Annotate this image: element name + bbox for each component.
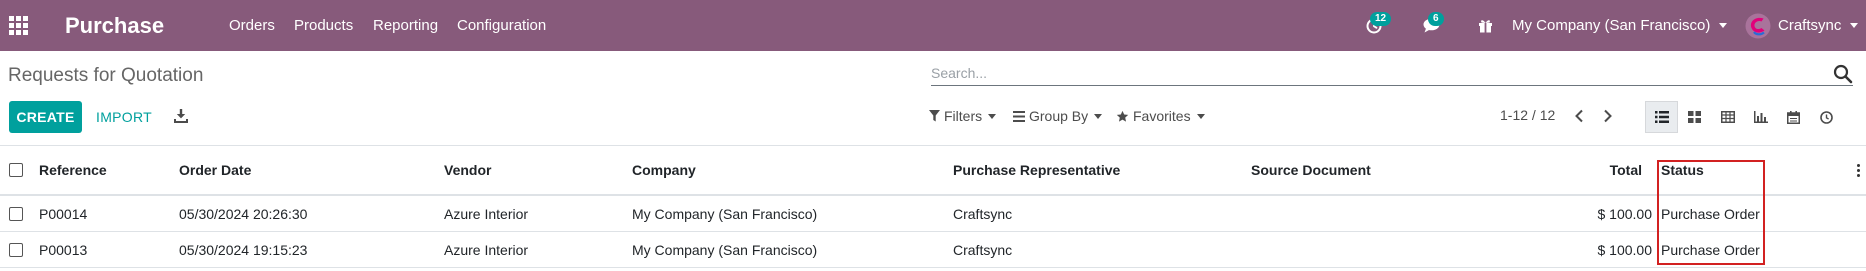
chevron-down-icon [1094, 113, 1103, 119]
column-order-date[interactable]: Order Date [179, 146, 251, 194]
column-reference[interactable]: Reference [39, 146, 107, 194]
star-icon [1116, 110, 1129, 122]
chevron-down-icon [1719, 23, 1728, 28]
optional-columns-toggle[interactable] [1855, 146, 1861, 194]
kebab-menu-icon [1855, 163, 1861, 177]
cell-purchase-representative: Craftsync [953, 205, 1013, 222]
view-pivot-button[interactable] [1711, 101, 1744, 133]
pager-next-button[interactable] [1597, 104, 1619, 128]
table-row[interactable]: P00013 05/30/2024 19:15:23 Azure Interio… [0, 232, 1866, 268]
apps-menu-icon[interactable] [9, 0, 28, 51]
user-name: Craftsync [1778, 17, 1842, 34]
filters-dropdown[interactable]: Filters [929, 106, 997, 126]
select-all-checkbox[interactable] [9, 146, 23, 194]
pager-previous-button[interactable] [1568, 104, 1590, 128]
table-icon [1720, 111, 1735, 123]
view-list-button[interactable] [1645, 101, 1678, 133]
column-total[interactable]: Total [1560, 146, 1642, 194]
activity-badge: 12 [1370, 12, 1392, 26]
favorites-dropdown[interactable]: Favorites [1116, 106, 1205, 126]
app-name[interactable]: Purchase [65, 0, 164, 51]
chevron-down-icon [1850, 23, 1859, 28]
menu-orders[interactable]: Orders [229, 0, 275, 51]
cell-company: My Company (San Francisco) [632, 241, 818, 258]
column-vendor[interactable]: Vendor [444, 146, 491, 194]
cell-reference: P00014 [39, 205, 88, 222]
groupby-dropdown[interactable]: Group By [1013, 106, 1103, 126]
top-navbar: Purchase Orders Products Reporting Confi… [0, 0, 1866, 51]
chevron-down-icon [988, 113, 997, 119]
table-row[interactable]: P00014 05/30/2024 20:26:30 Azure Interio… [0, 196, 1866, 232]
chevron-left-icon [1575, 109, 1583, 123]
column-company[interactable]: Company [632, 146, 696, 194]
cell-reference: P00013 [39, 241, 88, 258]
view-graph-button[interactable] [1744, 101, 1777, 133]
create-button[interactable]: CREATE [9, 101, 82, 133]
clock-icon [1820, 110, 1833, 124]
cell-order-date: 05/30/2024 20:26:30 [179, 205, 308, 222]
favorites-label: Favorites [1133, 108, 1191, 124]
search-bar [931, 62, 1853, 86]
view-kanban-button[interactable] [1678, 101, 1711, 133]
menu-configuration[interactable]: Configuration [457, 0, 546, 51]
chevron-down-icon [1196, 113, 1205, 119]
pager-value[interactable]: 1-12 / 12 [1500, 107, 1555, 123]
cell-order-date: 05/30/2024 19:15:23 [179, 241, 308, 258]
chevron-right-icon [1604, 109, 1612, 123]
groupby-label: Group By [1029, 108, 1089, 124]
column-source-document[interactable]: Source Document [1251, 146, 1371, 194]
breadcrumb-title: Requests for Quotation [8, 65, 204, 86]
column-status[interactable]: Status [1661, 146, 1704, 194]
cell-status: Purchase Order [1661, 205, 1760, 222]
messages-badge: 6 [1428, 12, 1444, 26]
row-checkbox[interactable] [9, 196, 23, 231]
company-switcher[interactable]: My Company (San Francisco) [1512, 0, 1728, 51]
search-icon[interactable] [1833, 64, 1853, 84]
cell-vendor: Azure Interior [444, 241, 529, 258]
menu-products[interactable]: Products [294, 0, 353, 51]
download-icon[interactable] [172, 107, 190, 125]
list-icon [1654, 111, 1669, 123]
row-checkbox[interactable] [9, 232, 23, 267]
menu-reporting[interactable]: Reporting [373, 0, 438, 51]
table-header: Reference Order Date Vendor Company Purc… [0, 145, 1866, 196]
user-menu[interactable]: Craftsync [1745, 0, 1859, 51]
view-calendar-button[interactable] [1777, 101, 1810, 133]
activity-button[interactable]: 12 [1358, 0, 1392, 51]
calendar-icon [1787, 110, 1800, 124]
cell-purchase-representative: Craftsync [953, 241, 1013, 258]
column-purchase-representative[interactable]: Purchase Representative [953, 146, 1120, 194]
cell-company: My Company (San Francisco) [632, 205, 818, 222]
import-button[interactable]: IMPORT [90, 101, 158, 133]
cell-status: Purchase Order [1661, 241, 1760, 258]
bars-icon [1013, 110, 1025, 122]
messages-button[interactable]: 6 [1416, 0, 1448, 51]
cell-vendor: Azure Interior [444, 205, 529, 222]
gift-icon [1478, 20, 1492, 33]
view-activity-button[interactable] [1810, 101, 1843, 133]
bar-chart-icon [1753, 111, 1768, 123]
filters-label: Filters [944, 108, 983, 124]
filter-icon [929, 110, 940, 122]
cell-total: $ 100.00 [1597, 241, 1653, 258]
search-input[interactable] [931, 62, 1811, 84]
gift-button[interactable] [1473, 0, 1497, 51]
avatar [1745, 13, 1771, 38]
cell-total: $ 100.00 [1597, 205, 1653, 222]
company-name: My Company (San Francisco) [1512, 17, 1711, 34]
kanban-icon [1688, 111, 1701, 123]
